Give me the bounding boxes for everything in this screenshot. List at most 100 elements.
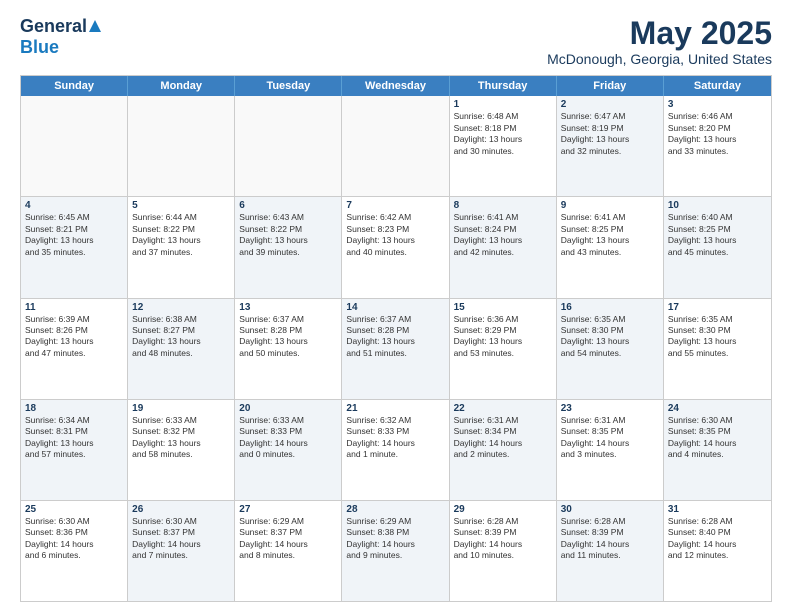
day-number: 9 <box>561 200 659 211</box>
day-cell: 22Sunrise: 6:31 AM Sunset: 8:34 PM Dayli… <box>450 400 557 500</box>
day-info: Sunrise: 6:41 AM Sunset: 8:25 PM Dayligh… <box>561 212 659 258</box>
day-cell: 20Sunrise: 6:33 AM Sunset: 8:33 PM Dayli… <box>235 400 342 500</box>
day-number: 3 <box>668 99 767 110</box>
weekday-header: Tuesday <box>235 76 342 96</box>
day-cell: 24Sunrise: 6:30 AM Sunset: 8:35 PM Dayli… <box>664 400 771 500</box>
day-info: Sunrise: 6:33 AM Sunset: 8:33 PM Dayligh… <box>239 415 337 461</box>
day-info: Sunrise: 6:30 AM Sunset: 8:37 PM Dayligh… <box>132 516 230 562</box>
day-cell: 18Sunrise: 6:34 AM Sunset: 8:31 PM Dayli… <box>21 400 128 500</box>
page: General Blue May 2025 McDonough, Georgia… <box>0 0 792 612</box>
day-cell: 19Sunrise: 6:33 AM Sunset: 8:32 PM Dayli… <box>128 400 235 500</box>
day-info: Sunrise: 6:40 AM Sunset: 8:25 PM Dayligh… <box>668 212 767 258</box>
day-cell: 13Sunrise: 6:37 AM Sunset: 8:28 PM Dayli… <box>235 299 342 399</box>
day-number: 11 <box>25 302 123 313</box>
calendar-header: SundayMondayTuesdayWednesdayThursdayFrid… <box>21 76 771 96</box>
day-info: Sunrise: 6:43 AM Sunset: 8:22 PM Dayligh… <box>239 212 337 258</box>
day-cell: 29Sunrise: 6:28 AM Sunset: 8:39 PM Dayli… <box>450 501 557 601</box>
day-number: 1 <box>454 99 552 110</box>
empty-cell <box>342 96 449 196</box>
day-info: Sunrise: 6:48 AM Sunset: 8:18 PM Dayligh… <box>454 111 552 157</box>
calendar-row: 11Sunrise: 6:39 AM Sunset: 8:26 PM Dayli… <box>21 299 771 400</box>
day-cell: 6Sunrise: 6:43 AM Sunset: 8:22 PM Daylig… <box>235 197 342 297</box>
day-cell: 5Sunrise: 6:44 AM Sunset: 8:22 PM Daylig… <box>128 197 235 297</box>
day-number: 7 <box>346 200 444 211</box>
day-number: 21 <box>346 403 444 414</box>
day-number: 31 <box>668 504 767 515</box>
day-info: Sunrise: 6:30 AM Sunset: 8:35 PM Dayligh… <box>668 415 767 461</box>
day-number: 8 <box>454 200 552 211</box>
day-info: Sunrise: 6:29 AM Sunset: 8:38 PM Dayligh… <box>346 516 444 562</box>
day-cell: 21Sunrise: 6:32 AM Sunset: 8:33 PM Dayli… <box>342 400 449 500</box>
day-info: Sunrise: 6:28 AM Sunset: 8:40 PM Dayligh… <box>668 516 767 562</box>
day-info: Sunrise: 6:41 AM Sunset: 8:24 PM Dayligh… <box>454 212 552 258</box>
day-cell: 23Sunrise: 6:31 AM Sunset: 8:35 PM Dayli… <box>557 400 664 500</box>
logo: General Blue <box>20 16 102 58</box>
day-number: 13 <box>239 302 337 313</box>
day-number: 26 <box>132 504 230 515</box>
day-info: Sunrise: 6:33 AM Sunset: 8:32 PM Dayligh… <box>132 415 230 461</box>
day-number: 17 <box>668 302 767 313</box>
calendar-row: 1Sunrise: 6:48 AM Sunset: 8:18 PM Daylig… <box>21 96 771 197</box>
day-number: 14 <box>346 302 444 313</box>
day-info: Sunrise: 6:36 AM Sunset: 8:29 PM Dayligh… <box>454 314 552 360</box>
day-info: Sunrise: 6:32 AM Sunset: 8:33 PM Dayligh… <box>346 415 444 461</box>
day-number: 10 <box>668 200 767 211</box>
day-cell: 2Sunrise: 6:47 AM Sunset: 8:19 PM Daylig… <box>557 96 664 196</box>
day-number: 2 <box>561 99 659 110</box>
day-cell: 14Sunrise: 6:37 AM Sunset: 8:28 PM Dayli… <box>342 299 449 399</box>
empty-cell <box>235 96 342 196</box>
day-info: Sunrise: 6:35 AM Sunset: 8:30 PM Dayligh… <box>668 314 767 360</box>
day-number: 19 <box>132 403 230 414</box>
weekday-header: Sunday <box>21 76 128 96</box>
calendar-row: 25Sunrise: 6:30 AM Sunset: 8:36 PM Dayli… <box>21 501 771 601</box>
day-info: Sunrise: 6:42 AM Sunset: 8:23 PM Dayligh… <box>346 212 444 258</box>
day-cell: 17Sunrise: 6:35 AM Sunset: 8:30 PM Dayli… <box>664 299 771 399</box>
day-cell: 30Sunrise: 6:28 AM Sunset: 8:39 PM Dayli… <box>557 501 664 601</box>
day-info: Sunrise: 6:28 AM Sunset: 8:39 PM Dayligh… <box>561 516 659 562</box>
weekday-header: Saturday <box>664 76 771 96</box>
day-number: 4 <box>25 200 123 211</box>
day-cell: 11Sunrise: 6:39 AM Sunset: 8:26 PM Dayli… <box>21 299 128 399</box>
day-info: Sunrise: 6:31 AM Sunset: 8:35 PM Dayligh… <box>561 415 659 461</box>
day-info: Sunrise: 6:29 AM Sunset: 8:37 PM Dayligh… <box>239 516 337 562</box>
day-number: 23 <box>561 403 659 414</box>
day-number: 5 <box>132 200 230 211</box>
day-number: 6 <box>239 200 337 211</box>
day-cell: 15Sunrise: 6:36 AM Sunset: 8:29 PM Dayli… <box>450 299 557 399</box>
empty-cell <box>21 96 128 196</box>
day-cell: 31Sunrise: 6:28 AM Sunset: 8:40 PM Dayli… <box>664 501 771 601</box>
day-cell: 25Sunrise: 6:30 AM Sunset: 8:36 PM Dayli… <box>21 501 128 601</box>
day-cell: 26Sunrise: 6:30 AM Sunset: 8:37 PM Dayli… <box>128 501 235 601</box>
day-number: 28 <box>346 504 444 515</box>
logo-icon <box>88 19 102 33</box>
empty-cell <box>128 96 235 196</box>
day-cell: 4Sunrise: 6:45 AM Sunset: 8:21 PM Daylig… <box>21 197 128 297</box>
day-number: 24 <box>668 403 767 414</box>
day-cell: 1Sunrise: 6:48 AM Sunset: 8:18 PM Daylig… <box>450 96 557 196</box>
day-number: 25 <box>25 504 123 515</box>
day-number: 30 <box>561 504 659 515</box>
weekday-header: Wednesday <box>342 76 449 96</box>
title-area: May 2025 McDonough, Georgia, United Stat… <box>547 16 772 67</box>
day-cell: 10Sunrise: 6:40 AM Sunset: 8:25 PM Dayli… <box>664 197 771 297</box>
day-number: 18 <box>25 403 123 414</box>
day-info: Sunrise: 6:31 AM Sunset: 8:34 PM Dayligh… <box>454 415 552 461</box>
day-info: Sunrise: 6:46 AM Sunset: 8:20 PM Dayligh… <box>668 111 767 157</box>
day-info: Sunrise: 6:34 AM Sunset: 8:31 PM Dayligh… <box>25 415 123 461</box>
day-number: 22 <box>454 403 552 414</box>
day-cell: 27Sunrise: 6:29 AM Sunset: 8:37 PM Dayli… <box>235 501 342 601</box>
day-info: Sunrise: 6:39 AM Sunset: 8:26 PM Dayligh… <box>25 314 123 360</box>
day-cell: 3Sunrise: 6:46 AM Sunset: 8:20 PM Daylig… <box>664 96 771 196</box>
day-info: Sunrise: 6:44 AM Sunset: 8:22 PM Dayligh… <box>132 212 230 258</box>
calendar-row: 4Sunrise: 6:45 AM Sunset: 8:21 PM Daylig… <box>21 197 771 298</box>
title-month: May 2025 <box>547 16 772 51</box>
calendar-row: 18Sunrise: 6:34 AM Sunset: 8:31 PM Dayli… <box>21 400 771 501</box>
day-number: 27 <box>239 504 337 515</box>
day-info: Sunrise: 6:28 AM Sunset: 8:39 PM Dayligh… <box>454 516 552 562</box>
title-location: McDonough, Georgia, United States <box>547 51 772 67</box>
day-info: Sunrise: 6:35 AM Sunset: 8:30 PM Dayligh… <box>561 314 659 360</box>
header: General Blue May 2025 McDonough, Georgia… <box>20 16 772 67</box>
weekday-header: Thursday <box>450 76 557 96</box>
day-cell: 28Sunrise: 6:29 AM Sunset: 8:38 PM Dayli… <box>342 501 449 601</box>
day-cell: 9Sunrise: 6:41 AM Sunset: 8:25 PM Daylig… <box>557 197 664 297</box>
